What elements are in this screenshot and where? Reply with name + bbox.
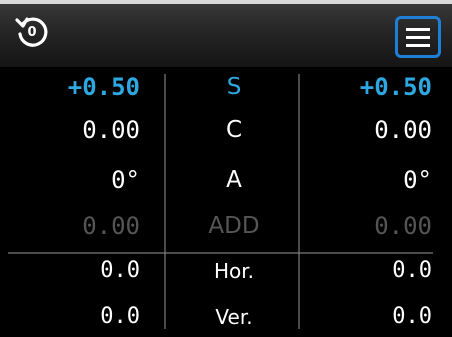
- reset-counter: 0: [27, 25, 37, 40]
- sphere-row: +0.50 S +0.50: [0, 67, 452, 107]
- addition-label: ADD: [208, 213, 260, 239]
- axis-row: 0° A 0°: [0, 160, 452, 200]
- addition-right-value: 0.00: [374, 212, 432, 240]
- sphere-right-value[interactable]: +0.50: [360, 67, 432, 107]
- vertical-left-value[interactable]: 0.0: [100, 297, 140, 337]
- axis-label: A: [226, 167, 242, 193]
- top-bar: 0: [0, 0, 452, 67]
- horizontal-left-value[interactable]: 0.0: [100, 251, 140, 291]
- horizontal-label: Hor.: [213, 259, 255, 283]
- cylinder-left-value[interactable]: 0.00: [82, 110, 140, 150]
- sphere-left-value[interactable]: +0.50: [68, 67, 140, 107]
- cylinder-right-value[interactable]: 0.00: [374, 110, 432, 150]
- horizontal-row: 0.0 Hor. 0.0: [0, 251, 452, 291]
- reset-button[interactable]: 0: [14, 14, 50, 50]
- axis-left-value[interactable]: 0°: [111, 160, 140, 200]
- addition-row: 0.00 ADD 0.00: [0, 206, 452, 246]
- vertical-right-value[interactable]: 0.0: [392, 297, 432, 337]
- vertical-row: 0.0 Ver. 0.0: [0, 297, 452, 337]
- cylinder-label: C: [225, 117, 243, 143]
- vertical-label: Ver.: [215, 305, 253, 329]
- cylinder-row: 0.00 C 0.00: [0, 110, 452, 150]
- sphere-label: S: [226, 74, 242, 100]
- axis-right-value[interactable]: 0°: [403, 160, 432, 200]
- addition-left-value: 0.00: [82, 212, 140, 240]
- horizontal-right-value[interactable]: 0.0: [392, 251, 432, 291]
- menu-button[interactable]: [395, 16, 441, 58]
